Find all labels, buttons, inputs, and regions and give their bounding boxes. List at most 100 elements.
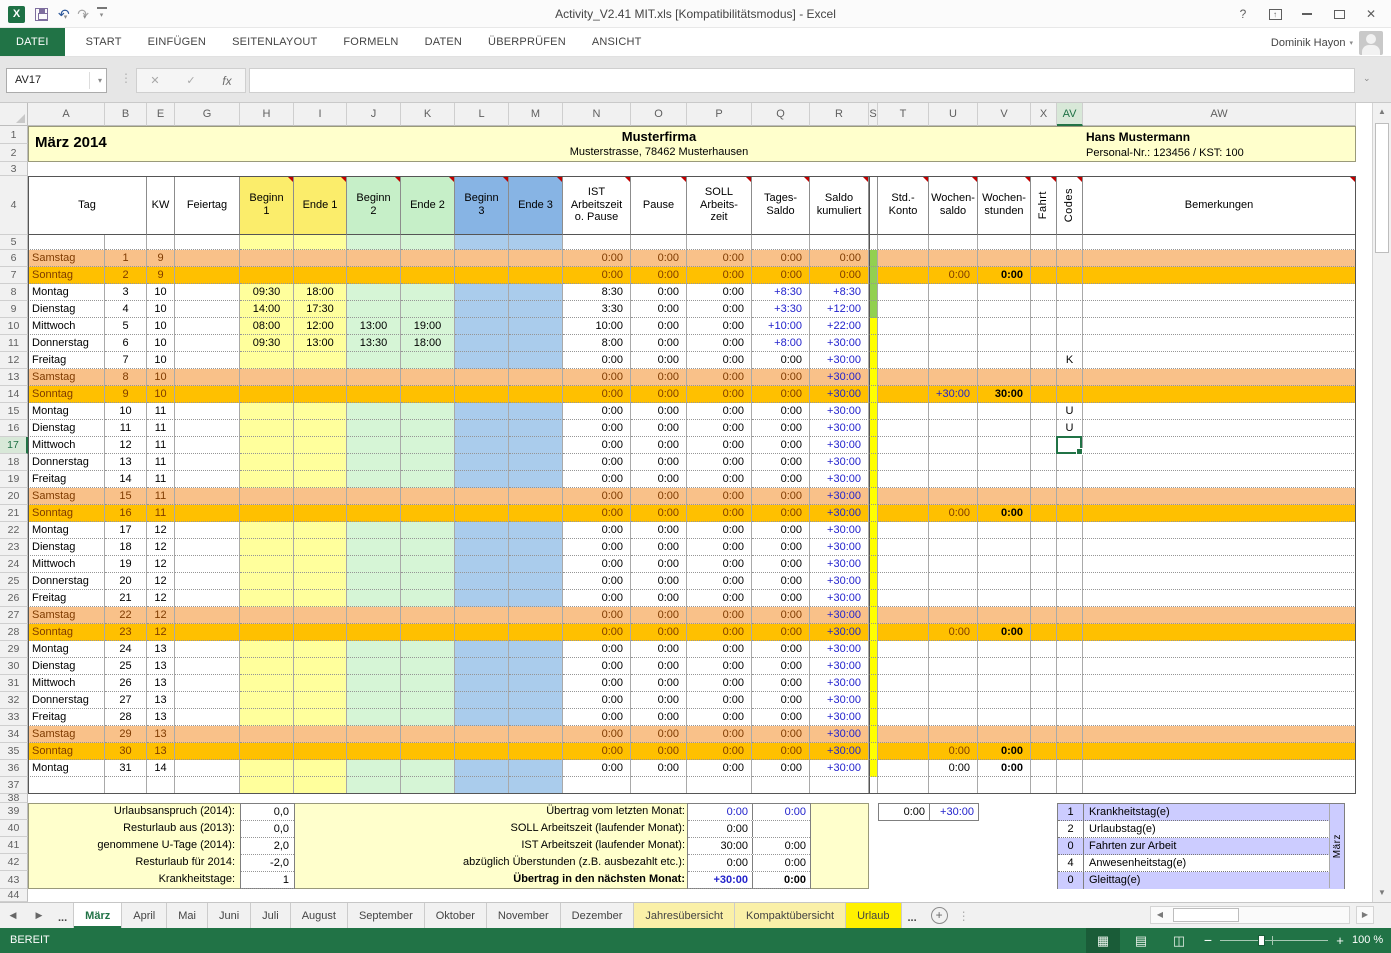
day-cell-B20[interactable]: 15: [105, 488, 147, 505]
day-cell-V33[interactable]: [978, 709, 1031, 726]
day-cell-K9[interactable]: [401, 301, 455, 318]
day-cell-H13[interactable]: [240, 369, 294, 386]
column-header-N[interactable]: N: [563, 103, 631, 126]
day-cell-G15[interactable]: [175, 403, 240, 420]
empty-cell-O37[interactable]: [631, 777, 687, 794]
day-cell-K34[interactable]: [401, 726, 455, 743]
day-cell-AV24[interactable]: [1057, 556, 1083, 573]
day-cell-I21[interactable]: [294, 505, 347, 522]
day-cell-K11[interactable]: 18:00: [401, 335, 455, 352]
day-cell-K17[interactable]: [401, 437, 455, 454]
day-cell-B35[interactable]: 30: [105, 743, 147, 760]
day-cell-L34[interactable]: [455, 726, 509, 743]
day-cell-L20[interactable]: [455, 488, 509, 505]
page-layout-view-button[interactable]: ▤: [1124, 928, 1158, 953]
selected-cell-AV17[interactable]: [1056, 436, 1082, 454]
day-cell-J12[interactable]: [347, 352, 401, 369]
day-cell-I23[interactable]: [294, 539, 347, 556]
row-header-42[interactable]: 42: [0, 854, 28, 871]
day-cell-M12[interactable]: [509, 352, 563, 369]
day-cell-M18[interactable]: [509, 454, 563, 471]
day-cell-G36[interactable]: [175, 760, 240, 777]
day-cell-E35[interactable]: 13: [147, 743, 175, 760]
day-cell-X26[interactable]: [1031, 590, 1057, 607]
day-cell-B27[interactable]: 22: [105, 607, 147, 624]
day-cell-A30[interactable]: Dienstag: [28, 658, 105, 675]
day-cell-I27[interactable]: [294, 607, 347, 624]
day-cell-M8[interactable]: [509, 284, 563, 301]
day-cell-O36[interactable]: 0:00: [631, 760, 687, 777]
day-cell-N20[interactable]: 0:00: [563, 488, 631, 505]
day-cell-S22[interactable]: [869, 522, 878, 539]
day-cell-H9[interactable]: 14:00: [240, 301, 294, 318]
day-cell-B21[interactable]: 16: [105, 505, 147, 522]
vertical-scrollbar[interactable]: ▲ ▼: [1372, 103, 1391, 902]
column-header-I[interactable]: I: [294, 103, 347, 126]
day-cell-J36[interactable]: [347, 760, 401, 777]
empty-cell-V37[interactable]: [978, 777, 1031, 794]
day-cell-S17[interactable]: [869, 437, 878, 454]
day-cell-X25[interactable]: [1031, 573, 1057, 590]
day-cell-G20[interactable]: [175, 488, 240, 505]
day-cell-H11[interactable]: 09:30: [240, 335, 294, 352]
select-all-corner[interactable]: [0, 103, 28, 126]
user-avatar[interactable]: [1359, 31, 1383, 55]
day-cell-P16[interactable]: 0:00: [687, 420, 752, 437]
day-cell-E8[interactable]: 10: [147, 284, 175, 301]
zoom-out-button[interactable]: −: [1198, 928, 1218, 953]
day-cell-R15[interactable]: +30:00: [810, 403, 869, 420]
day-cell-S35[interactable]: [869, 743, 878, 760]
day-cell-Q10[interactable]: +10:00: [752, 318, 810, 335]
day-cell-P22[interactable]: 0:00: [687, 522, 752, 539]
day-cell-N12[interactable]: 0:00: [563, 352, 631, 369]
day-cell-AW19[interactable]: [1083, 471, 1356, 488]
empty-cell-J5[interactable]: [347, 235, 401, 250]
day-cell-B7[interactable]: 2: [105, 267, 147, 284]
day-cell-P10[interactable]: 0:00: [687, 318, 752, 335]
day-cell-AV25[interactable]: [1057, 573, 1083, 590]
empty-cell-AV37[interactable]: [1057, 777, 1083, 794]
day-cell-K23[interactable]: [401, 539, 455, 556]
day-cell-P23[interactable]: 0:00: [687, 539, 752, 556]
scroll-left-icon[interactable]: ◀: [1152, 908, 1168, 922]
day-cell-V16[interactable]: [978, 420, 1031, 437]
day-cell-M36[interactable]: [509, 760, 563, 777]
day-cell-U12[interactable]: [929, 352, 978, 369]
day-cell-J19[interactable]: [347, 471, 401, 488]
day-cell-E17[interactable]: 11: [147, 437, 175, 454]
day-cell-O29[interactable]: 0:00: [631, 641, 687, 658]
day-cell-K14[interactable]: [401, 386, 455, 403]
day-cell-O19[interactable]: 0:00: [631, 471, 687, 488]
day-cell-K30[interactable]: [401, 658, 455, 675]
row-header-39[interactable]: 39: [0, 803, 28, 820]
day-cell-O28[interactable]: 0:00: [631, 624, 687, 641]
day-cell-B6[interactable]: 1: [105, 250, 147, 267]
empty-cell-E5[interactable]: [147, 235, 175, 250]
day-cell-J13[interactable]: [347, 369, 401, 386]
day-cell-R26[interactable]: +30:00: [810, 590, 869, 607]
row-header-10[interactable]: 10: [0, 318, 28, 335]
day-cell-V11[interactable]: [978, 335, 1031, 352]
day-cell-V13[interactable]: [978, 369, 1031, 386]
day-cell-M32[interactable]: [509, 692, 563, 709]
day-cell-K10[interactable]: 19:00: [401, 318, 455, 335]
day-cell-H20[interactable]: [240, 488, 294, 505]
zoom-in-button[interactable]: +: [1330, 928, 1350, 953]
day-cell-O21[interactable]: 0:00: [631, 505, 687, 522]
day-cell-U7[interactable]: 0:00: [929, 267, 978, 284]
day-cell-N15[interactable]: 0:00: [563, 403, 631, 420]
help-button[interactable]: ?: [1229, 3, 1257, 25]
day-cell-AV33[interactable]: [1057, 709, 1083, 726]
day-cell-G14[interactable]: [175, 386, 240, 403]
day-cell-B18[interactable]: 13: [105, 454, 147, 471]
day-cell-R8[interactable]: +8:30: [810, 284, 869, 301]
empty-cell-R37[interactable]: [810, 777, 869, 794]
day-cell-E18[interactable]: 11: [147, 454, 175, 471]
empty-cell-H5[interactable]: [240, 235, 294, 250]
day-cell-J33[interactable]: [347, 709, 401, 726]
empty-cell-P5[interactable]: [687, 235, 752, 250]
sheet-tabs-overflow-left[interactable]: ...: [52, 903, 73, 928]
sheet-tab-urlaub[interactable]: Urlaub: [846, 903, 901, 928]
day-cell-H10[interactable]: 08:00: [240, 318, 294, 335]
day-cell-R25[interactable]: +30:00: [810, 573, 869, 590]
